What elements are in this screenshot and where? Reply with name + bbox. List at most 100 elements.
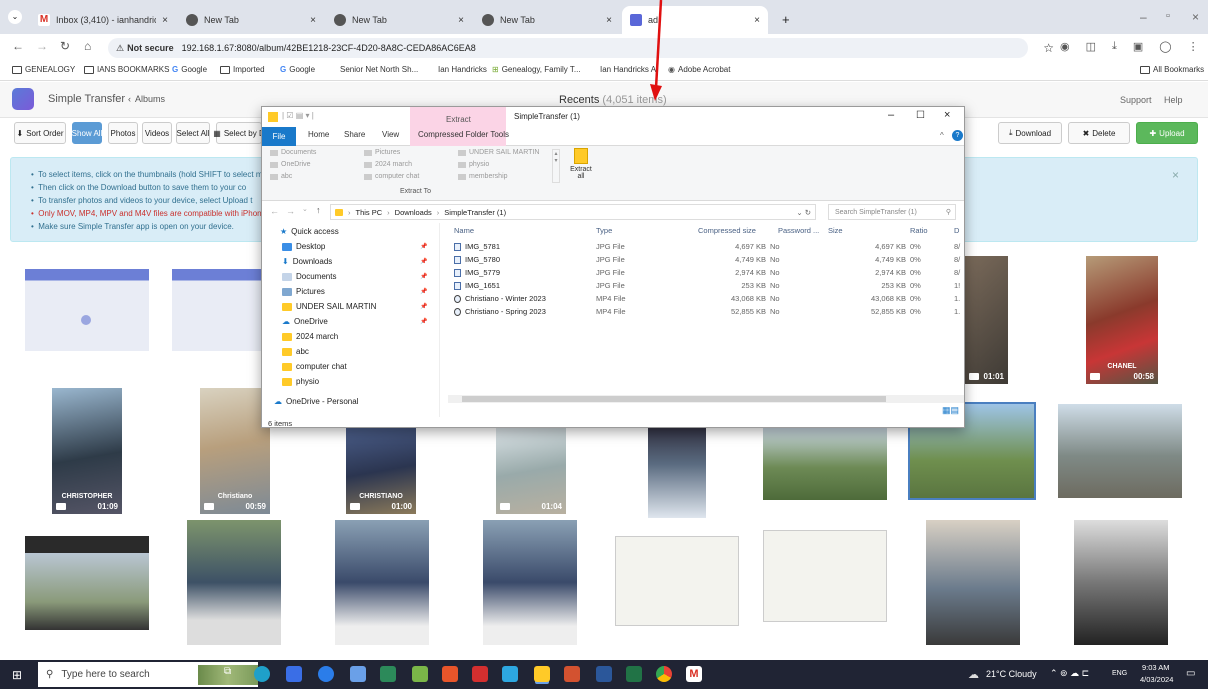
file-row[interactable]: IMG_5779 JPG File 2,974 KB No 2,974 KB 0% 8/ xyxy=(448,267,964,280)
language-indicator[interactable]: ENG xyxy=(1112,670,1127,677)
nav-item-quick-access[interactable]: ★ Quick access xyxy=(280,227,339,236)
help-link[interactable]: Help xyxy=(1164,95,1183,105)
column-header-ratio[interactable]: Ratio xyxy=(910,226,928,235)
nav-item-onedrive[interactable]: ☁ OneDrive xyxy=(282,317,328,326)
sidepanel-icon[interactable]: ▣ xyxy=(1133,40,1143,53)
powerpoint-icon[interactable] xyxy=(564,666,580,682)
explorer-search[interactable]: Search SimpleTransfer (1) ⚲ xyxy=(828,204,956,220)
tab-simple-transfer[interactable]: ad × xyxy=(622,6,768,34)
app-icon[interactable] xyxy=(350,666,366,682)
cartoon-thumbnail[interactable] xyxy=(763,530,887,622)
tab-view[interactable]: View xyxy=(382,130,399,139)
nav-item-pictures[interactable]: Pictures xyxy=(282,287,325,296)
url-field[interactable]: ⚠ Not secure 192.168.1.67:8080/album/42B… xyxy=(108,38,1054,58)
support-link[interactable]: Support xyxy=(1120,95,1152,105)
download-button[interactable]: ⤓ Download xyxy=(998,122,1062,144)
task-view-icon[interactable]: ⧉ xyxy=(224,666,240,682)
edge-icon[interactable] xyxy=(254,666,270,682)
thumbnail[interactable] xyxy=(926,520,1020,645)
nav-item-downloads[interactable]: ⬇ Downloads xyxy=(282,257,332,266)
bookmark-folder[interactable]: Imported xyxy=(220,65,265,74)
back-arrow-icon[interactable]: ← xyxy=(12,39,24,53)
restore-icon[interactable]: ▫ xyxy=(1166,10,1170,22)
thumbnail[interactable] xyxy=(1058,404,1182,498)
nav-item-under-sail-martin[interactable]: UNDER SAIL MARTIN xyxy=(282,302,376,311)
reload-icon[interactable]: ↻ xyxy=(60,39,70,53)
nav-item-abc[interactable]: abc xyxy=(282,347,309,356)
file-row[interactable]: IMG_5780 JPG File 4,749 KB No 4,749 KB 0% 8/ xyxy=(448,254,964,267)
bookmark-link[interactable]: ◉ Adobe Acrobat xyxy=(668,65,730,74)
extract-destination[interactable]: UNDER SAIL MARTIN xyxy=(458,149,539,156)
clock-time[interactable]: 9:03 AM xyxy=(1142,663,1170,672)
column-header-size[interactable]: Size xyxy=(828,226,843,235)
file-row[interactable]: IMG_5781 JPG File 4,697 KB No 4,697 KB 0% 8/ xyxy=(448,241,964,254)
extract-destination[interactable]: Documents xyxy=(270,149,316,156)
photos-button[interactable]: Photos xyxy=(108,122,138,144)
thumbnail[interactable]: 01:01 xyxy=(965,256,1008,384)
thumbnail[interactable] xyxy=(648,428,706,518)
upload-button[interactable]: ✚ Upload xyxy=(1136,122,1198,144)
thumbnail[interactable] xyxy=(335,520,429,645)
excel-icon[interactable] xyxy=(626,666,642,682)
nav-item-onedrive-personal[interactable]: ☁ OneDrive - Personal xyxy=(274,397,358,406)
extract-destination[interactable]: computer chat xyxy=(364,173,419,180)
minimize-icon[interactable]: – xyxy=(1140,10,1147,24)
thumbnail[interactable] xyxy=(25,269,149,351)
horizontal-scrollbar[interactable] xyxy=(448,395,964,403)
close-icon[interactable]: × xyxy=(310,15,316,26)
bookmark-link[interactable]: ⊞ Genealogy, Family T... xyxy=(492,65,581,74)
extract-destination[interactable]: OneDrive xyxy=(270,161,311,168)
weather-text[interactable]: 21°C Cloudy xyxy=(986,669,1037,679)
sort-order-button[interactable]: ⬇ Sort Order xyxy=(14,122,66,144)
weather-icon[interactable]: ☁ xyxy=(968,668,979,681)
window-close-icon[interactable]: × xyxy=(1192,10,1199,24)
show-all-button[interactable]: Show All xyxy=(72,122,102,144)
nav-item-computer-chat[interactable]: computer chat xyxy=(282,362,347,371)
quick-access-toolbar[interactable]: | ☑ ▤ ▾ | xyxy=(282,111,314,120)
albums-back-link[interactable]: ‹ Albums xyxy=(128,94,165,104)
tab-compressed-folder-tools[interactable]: Compressed Folder Tools xyxy=(418,130,509,139)
column-header-date[interactable]: D xyxy=(954,226,959,235)
acrobat-icon[interactable] xyxy=(472,666,488,682)
close-icon[interactable]: × xyxy=(754,15,760,26)
nav-item-2024-march[interactable]: 2024 march xyxy=(282,332,338,341)
windows-start-icon[interactable]: ⊞ xyxy=(12,668,22,682)
select-by-date-button[interactable]: ▦ Select by D xyxy=(213,122,265,144)
column-header-password[interactable]: Password ... xyxy=(778,226,819,235)
tab-new-tab-3[interactable]: New Tab × xyxy=(474,6,620,34)
word-icon[interactable] xyxy=(596,666,612,682)
maximize-icon[interactable]: ☐ xyxy=(916,110,925,121)
extract-destination[interactable]: Pictures xyxy=(364,149,400,156)
delete-button[interactable]: ✖ Delete xyxy=(1068,122,1130,144)
file-row[interactable]: Christiano - Winter 2023 MP4 File 43,068 K… xyxy=(448,293,964,306)
column-header-name[interactable]: Name xyxy=(454,226,474,235)
thumbnail[interactable]: CHRISTOPHER 01:09 xyxy=(52,388,122,514)
file-row[interactable]: Christiano - Spring 2023 MP4 File 52,855 K… xyxy=(448,306,964,319)
home-icon[interactable]: ⌂ xyxy=(84,39,91,53)
column-header-type[interactable]: Type xyxy=(596,226,612,235)
extension-icon[interactable]: ◉ xyxy=(1060,40,1070,53)
gallery-scroll[interactable]: ▴ ▾ xyxy=(552,149,560,183)
puzzle-icon[interactable]: ◫ xyxy=(1086,40,1096,53)
select-all-button[interactable]: Select All xyxy=(176,122,210,144)
brave-icon[interactable] xyxy=(442,666,458,682)
tab-new-tab-1[interactable]: New Tab × xyxy=(178,6,324,34)
close-icon[interactable]: × xyxy=(944,109,950,121)
notification-icon[interactable]: ▭ xyxy=(1186,668,1195,679)
more-menu-icon[interactable]: ⋮ xyxy=(1188,40,1199,53)
nav-back-icon[interactable]: ← xyxy=(270,206,279,216)
tab-list-menu-icon[interactable]: ⌄ xyxy=(8,10,22,24)
clock-date[interactable]: 4/03/2024 xyxy=(1140,675,1173,684)
gmail-icon[interactable]: M xyxy=(686,666,702,682)
not-secure-label[interactable]: Not secure xyxy=(127,43,174,53)
app-icon[interactable] xyxy=(286,666,302,682)
tab-share[interactable]: Share xyxy=(344,130,365,139)
extract-destination[interactable]: 2024 march xyxy=(364,161,412,168)
all-bookmarks[interactable]: All Bookmarks xyxy=(1140,65,1204,74)
recent-locations-icon[interactable]: ⌄ xyxy=(302,205,308,213)
download-icon[interactable]: ⤓ xyxy=(1112,40,1117,53)
chrome-icon[interactable] xyxy=(656,666,672,682)
close-icon[interactable]: × xyxy=(458,15,464,26)
tab-new-tab-2[interactable]: New Tab × xyxy=(326,6,472,34)
bookmark-folder[interactable]: IANS BOOKMARKS xyxy=(84,65,169,74)
